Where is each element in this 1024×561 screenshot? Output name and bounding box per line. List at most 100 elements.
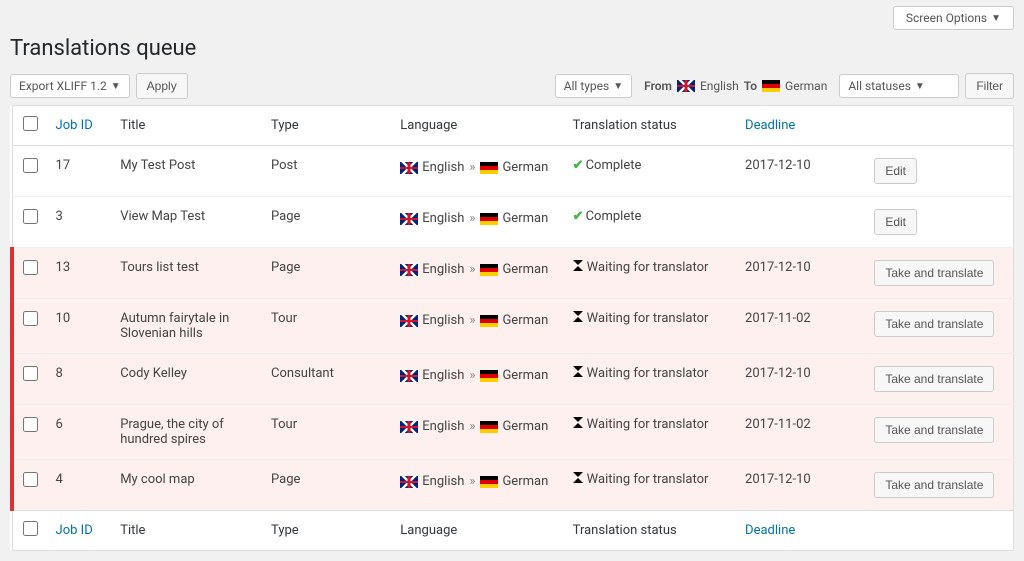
de-flag-icon [480, 476, 498, 488]
filter-button[interactable]: Filter [965, 73, 1014, 99]
lang-source: English [422, 472, 464, 492]
row-select-checkbox[interactable] [23, 417, 38, 432]
header-status: Translation status [565, 106, 737, 146]
screen-options-toggle[interactable]: Screen Options ▼ [893, 6, 1014, 30]
row-select-checkbox[interactable] [23, 311, 38, 326]
header-deadline[interactable]: Deadline [737, 106, 866, 146]
row-select-checkbox[interactable] [23, 366, 38, 381]
cell-title: Tours list test [112, 248, 263, 299]
footer-status: Translation status [565, 511, 737, 551]
lang-source: English [422, 158, 464, 178]
header-job-id[interactable]: Job ID [48, 106, 113, 146]
cell-type: Post [263, 146, 392, 197]
to-label: To [744, 79, 757, 93]
take-translate-button[interactable]: Take and translate [874, 311, 994, 337]
de-flag-icon [480, 213, 498, 225]
arrow-icon: » [469, 311, 475, 331]
cell-language: English» German [392, 354, 564, 405]
page-title: Translations queue [10, 36, 1014, 61]
footer-language: Language [392, 511, 564, 551]
translations-table: Job ID Title Type Language Translation s… [10, 105, 1014, 551]
select-all-checkbox-footer[interactable] [23, 521, 38, 536]
cell-deadline: 2017-11-02 [737, 405, 866, 460]
status-text: Waiting for translator [587, 366, 709, 381]
cell-action: Take and translate [866, 460, 1013, 511]
edit-button[interactable]: Edit [874, 209, 917, 235]
screen-options-label: Screen Options [906, 11, 987, 25]
take-translate-button[interactable]: Take and translate [874, 366, 994, 392]
hourglass-icon [573, 311, 584, 322]
lang-target: German [502, 472, 548, 492]
lang-target: German [502, 209, 548, 229]
take-translate-button[interactable]: Take and translate [874, 260, 994, 286]
cell-deadline: 2017-12-10 [737, 354, 866, 405]
cell-action: Take and translate [866, 354, 1013, 405]
from-to-language-display: From English To German [644, 79, 827, 93]
apply-button[interactable]: Apply [136, 73, 188, 99]
cell-type: Tour [263, 405, 392, 460]
lang-target: German [502, 260, 548, 280]
table-row: 10Autumn fairytale in Slovenian hillsTou… [12, 299, 1014, 354]
row-select-checkbox[interactable] [23, 260, 38, 275]
table-row: 17My Test PostPost English» German✔Compl… [12, 146, 1014, 197]
arrow-icon: » [469, 417, 475, 437]
lang-target: German [502, 366, 548, 386]
export-format-select[interactable]: Export XLIFF 1.2 ▼ [10, 74, 130, 98]
cell-title: My Test Post [112, 146, 263, 197]
select-all-checkbox[interactable] [23, 116, 38, 131]
lang-source: English [422, 311, 464, 331]
hourglass-icon [573, 472, 584, 483]
hourglass-icon [573, 260, 584, 271]
status-text: Complete [586, 209, 642, 224]
hourglass-icon [573, 417, 584, 428]
cell-action: Take and translate [866, 248, 1013, 299]
cell-type: Tour [263, 299, 392, 354]
header-actions [866, 106, 1013, 146]
de-flag-icon [762, 80, 780, 92]
cell-job-id: 10 [48, 299, 113, 354]
table-row: 13Tours list testPage English» GermanWai… [12, 248, 1014, 299]
uk-flag-icon [400, 315, 418, 327]
lang-source: English [422, 260, 464, 280]
cell-type: Consultant [263, 354, 392, 405]
status-filter-select[interactable]: All statuses ▼ [839, 74, 959, 98]
check-icon: ✔ [573, 209, 584, 224]
de-flag-icon [480, 315, 498, 327]
chevron-down-icon: ▼ [991, 13, 1001, 24]
cell-status: Waiting for translator [565, 354, 737, 405]
take-translate-button[interactable]: Take and translate [874, 472, 994, 498]
cell-type: Page [263, 197, 392, 248]
cell-status: ✔Complete [565, 197, 737, 248]
cell-language: English» German [392, 460, 564, 511]
row-select-checkbox[interactable] [23, 472, 38, 487]
de-flag-icon [480, 370, 498, 382]
uk-flag-icon [400, 213, 418, 225]
cell-deadline: 2017-11-02 [737, 299, 866, 354]
header-language: Language [392, 106, 564, 146]
edit-button[interactable]: Edit [874, 158, 917, 184]
uk-flag-icon [400, 421, 418, 433]
cell-job-id: 3 [48, 197, 113, 248]
cell-job-id: 13 [48, 248, 113, 299]
arrow-icon: » [469, 366, 475, 386]
from-language-value: English [700, 79, 739, 93]
row-select-checkbox[interactable] [23, 209, 38, 224]
row-select-checkbox[interactable] [23, 158, 38, 173]
cell-action: Edit [866, 146, 1013, 197]
lang-source: English [422, 209, 464, 229]
footer-actions [866, 511, 1013, 551]
status-text: Waiting for translator [587, 472, 709, 487]
cell-job-id: 17 [48, 146, 113, 197]
footer-deadline[interactable]: Deadline [737, 511, 866, 551]
footer-job-id[interactable]: Job ID [48, 511, 113, 551]
cell-type: Page [263, 460, 392, 511]
hourglass-icon [573, 366, 584, 377]
chevron-down-icon: ▼ [111, 81, 121, 92]
table-row: 6Prague, the city of hundred spiresTour … [12, 405, 1014, 460]
cell-deadline: 2017-12-10 [737, 248, 866, 299]
uk-flag-icon [677, 80, 695, 92]
take-translate-button[interactable]: Take and translate [874, 417, 994, 443]
cell-language: English» German [392, 197, 564, 248]
cell-language: English» German [392, 146, 564, 197]
types-filter-select[interactable]: All types ▼ [555, 74, 632, 98]
